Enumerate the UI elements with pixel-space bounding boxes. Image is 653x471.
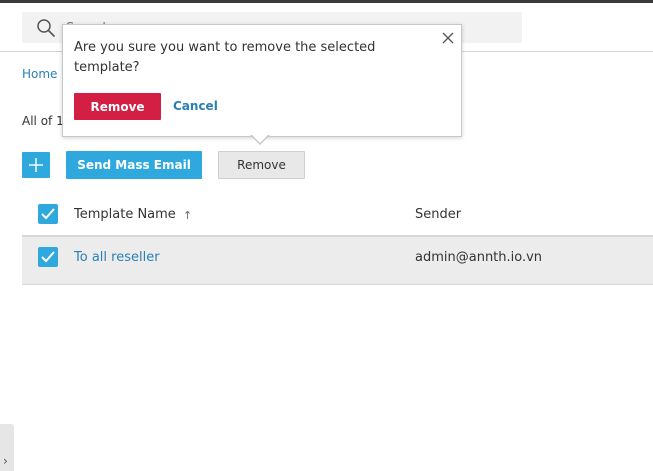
popover-arrow-fill xyxy=(251,134,269,143)
cancel-link[interactable]: Cancel xyxy=(173,99,218,113)
template-sender: admin@annth.io.vn xyxy=(415,250,543,265)
list-count: All of 1 xyxy=(22,114,64,128)
table-header: Template Name ↑ Sender xyxy=(22,194,653,237)
top-bar xyxy=(0,0,653,3)
side-panel-toggle[interactable]: › xyxy=(0,424,14,471)
remove-button[interactable]: Remove xyxy=(218,151,305,179)
column-header-template-name[interactable]: Template Name xyxy=(74,207,176,222)
close-icon[interactable] xyxy=(441,31,455,45)
sort-ascending-icon[interactable]: ↑ xyxy=(183,209,192,222)
confirm-remove-button[interactable]: Remove xyxy=(74,93,161,120)
search-icon xyxy=(37,19,55,37)
add-template-button[interactable] xyxy=(22,152,50,178)
row-checkbox[interactable] xyxy=(38,247,58,267)
column-header-sender[interactable]: Sender xyxy=(415,207,461,222)
templates-table: Template Name ↑ Sender To all reseller a… xyxy=(22,194,653,286)
chevron-right-icon: › xyxy=(3,454,8,468)
plus-icon xyxy=(29,158,43,172)
breadcrumb-home[interactable]: Home xyxy=(22,67,57,81)
select-all-checkbox[interactable] xyxy=(38,204,58,224)
remove-confirmation-popover: Are you sure you want to remove the sele… xyxy=(62,24,462,137)
table-row[interactable]: To all reseller admin@annth.io.vn xyxy=(22,237,653,285)
confirmation-message: Are you sure you want to remove the sele… xyxy=(74,40,376,75)
template-name-link[interactable]: To all reseller xyxy=(74,250,160,265)
checkmark-icon xyxy=(41,251,55,263)
send-mass-email-button[interactable]: Send Mass Email xyxy=(66,151,202,179)
checkmark-icon xyxy=(41,208,55,220)
